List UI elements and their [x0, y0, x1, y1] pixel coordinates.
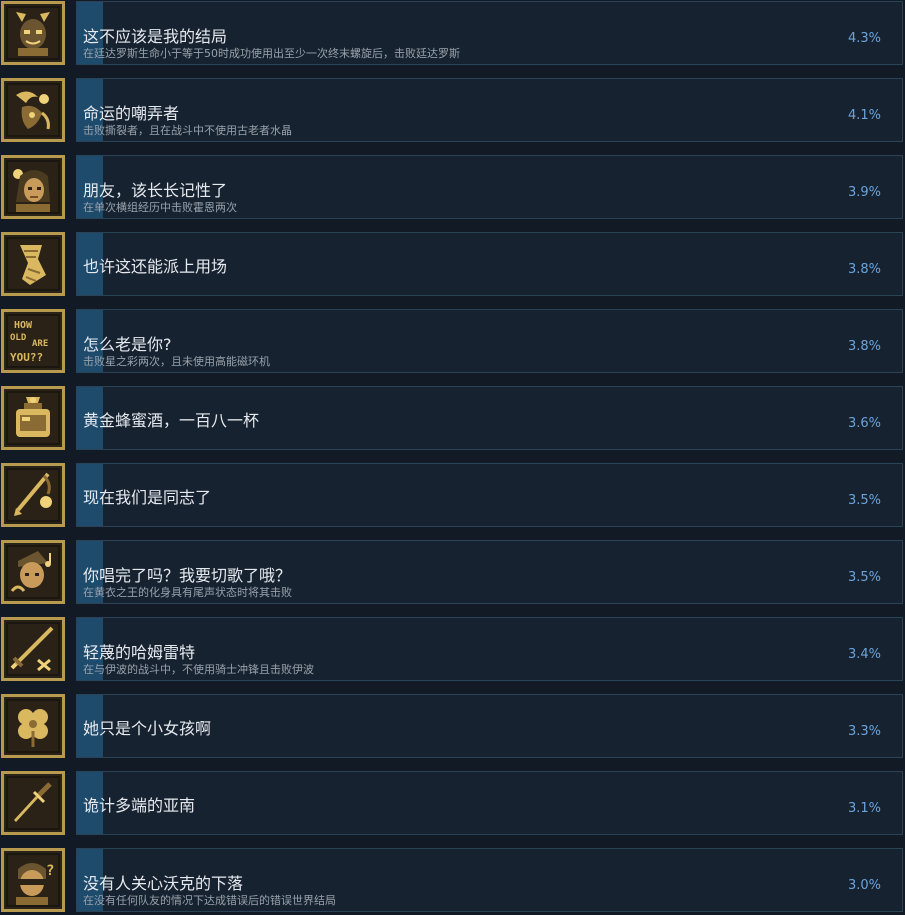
- portrait-horned-icon: [8, 8, 58, 58]
- icon-text: YOU??: [10, 351, 43, 364]
- unlock-percentage: 3.1%: [847, 801, 881, 816]
- achievement-description: 击败撕裂者，且在战斗中不使用古老者水晶: [83, 124, 292, 137]
- achievement-list: 这不应该是我的结局 在廷达罗斯生命小于等于50时成功使用出至少一次终末螺旋后，击…: [0, 0, 905, 913]
- blindfolded-question-icon: ?: [8, 855, 58, 905]
- bandage-icon: [8, 239, 58, 289]
- unlock-percentage: 3.3%: [847, 724, 881, 739]
- achievement-title: 诡计多端的亚南: [83, 796, 196, 815]
- unlock-percentage: 4.1%: [847, 108, 881, 123]
- achievement-panel: 现在我们是同志了 3.5%: [76, 463, 903, 527]
- achievement-icon-frame: [1, 617, 65, 681]
- unlock-percentage: 3.8%: [847, 262, 881, 277]
- achievement-panel: 朋友，该长长记性了 在单次横组经历中击败霍恩两次 3.9%: [76, 155, 903, 219]
- achievement-panel: 她只是个小女孩啊 3.3%: [76, 694, 903, 758]
- dagger-icon: [8, 778, 58, 828]
- achievement-row[interactable]: 也许这还能派上用场 3.8%: [0, 231, 905, 299]
- icon-text: ARE: [32, 339, 48, 349]
- portrait-woman-icon: [8, 162, 58, 212]
- achievement-icon-frame: [1, 78, 65, 142]
- achievement-panel: 轻蔑的哈姆雷特 在与伊波的战斗中，不使用骑士冲锋且击败伊波 3.4%: [76, 617, 903, 681]
- achievement-panel: 这不应该是我的结局 在廷达罗斯生命小于等于50时成功使用出至少一次终末螺旋后，击…: [76, 1, 903, 65]
- achievement-title: 也许这还能派上用场: [83, 257, 228, 276]
- unlock-percentage: 3.8%: [847, 339, 881, 354]
- achievement-icon-frame: [1, 1, 65, 65]
- achievement-row[interactable]: 轻蔑的哈姆雷特 在与伊波的战斗中，不使用骑士冲锋且击败伊波 3.4%: [0, 616, 905, 684]
- achievement-title: 现在我们是同志了: [83, 488, 212, 507]
- achievement-panel: 诡计多端的亚南 3.1%: [76, 771, 903, 835]
- svg-text:?: ?: [46, 863, 54, 879]
- achievement-title: 她只是个小女孩啊: [83, 719, 212, 738]
- achievement-row[interactable]: 黄金蜂蜜酒，一百八一杯 3.6%: [0, 385, 905, 453]
- tentacle-creature-icon: [8, 85, 58, 135]
- achievement-description: 击败星之彩两次，且未使用高能磁环机: [83, 355, 270, 368]
- achievement-icon-frame: HOW OLD ARE YOU??: [1, 309, 65, 373]
- achievement-title: 没有人关心沃克的下落: [83, 874, 244, 893]
- lute-icon: [8, 470, 58, 520]
- achievement-title: 怎么老是你?: [83, 335, 172, 354]
- achievement-icon-frame: [1, 232, 65, 296]
- achievement-panel: 没有人关心沃克的下落 在没有任何队友的情况下达成错误后的错误世界结局 3.0%: [76, 848, 903, 912]
- achievement-panel: 黄金蜂蜜酒，一百八一杯 3.6%: [76, 386, 903, 450]
- achievement-row[interactable]: 这不应该是我的结局 在廷达罗斯生命小于等于50时成功使用出至少一次终末螺旋后，击…: [0, 0, 905, 68]
- achievement-row[interactable]: HOW OLD ARE YOU?? 怎么老是你? 击败星之彩两次，且未使用高能磁…: [0, 308, 905, 376]
- achievement-row[interactable]: 她只是个小女孩啊 3.3%: [0, 693, 905, 761]
- achievement-title: 朋友，该长长记性了: [83, 181, 228, 200]
- achievement-title: 轻蔑的哈姆雷特: [83, 643, 196, 662]
- unlock-percentage: 3.6%: [847, 416, 881, 431]
- achievement-icon-frame: [1, 694, 65, 758]
- achievement-description: 在廷达罗斯生命小于等于50时成功使用出至少一次终末螺旋后，击败廷达罗斯: [83, 47, 460, 60]
- achievement-icon-frame: ?: [1, 848, 65, 912]
- achievement-icon-frame: [1, 463, 65, 527]
- achievement-description: 在没有任何队友的情况下达成错误后的错误世界结局: [83, 894, 336, 907]
- achievement-panel: 也许这还能派上用场 3.8%: [76, 232, 903, 296]
- icon-text: HOW: [14, 320, 33, 331]
- achievement-panel: 你唱完了吗？我要切歌了哦？ 在黄衣之王的化身具有尾声状态时将其击败 3.5%: [76, 540, 903, 604]
- clover-icon: [8, 701, 58, 751]
- sword-cross-icon: [8, 624, 58, 674]
- mead-jar-icon: [8, 393, 58, 443]
- achievement-description: 在单次横组经历中击败霍恩两次: [83, 201, 237, 214]
- unlock-percentage: 3.9%: [847, 185, 881, 200]
- achievement-title: 你唱完了吗？我要切歌了哦？: [83, 566, 292, 585]
- achievement-title: 黄金蜂蜜酒，一百八一杯: [83, 411, 260, 430]
- unlock-percentage: 3.5%: [847, 570, 881, 585]
- achievement-row[interactable]: ? 没有人关心沃克的下落 在没有任何队友的情况下达成错误后的错误世界结局 3.0…: [0, 847, 905, 915]
- how-old-are-you-icon: HOW OLD ARE YOU??: [8, 316, 58, 366]
- achievement-icon-frame: [1, 540, 65, 604]
- achievement-title: 这不应该是我的结局: [83, 27, 228, 46]
- achievement-icon-frame: [1, 771, 65, 835]
- achievement-icon-frame: [1, 155, 65, 219]
- achievement-row[interactable]: 你唱完了吗？我要切歌了哦？ 在黄衣之王的化身具有尾声状态时将其击败 3.5%: [0, 539, 905, 607]
- achievement-panel: 怎么老是你? 击败星之彩两次，且未使用高能磁环机 3.8%: [76, 309, 903, 373]
- singer-music-note-icon: [8, 547, 58, 597]
- achievement-description: 在黄衣之王的化身具有尾声状态时将其击败: [83, 586, 292, 599]
- icon-text: OLD: [10, 333, 27, 343]
- unlock-percentage: 3.0%: [847, 878, 881, 893]
- achievement-description: 在与伊波的战斗中，不使用骑士冲锋且击败伊波: [83, 663, 314, 676]
- achievement-row[interactable]: 朋友，该长长记性了 在单次横组经历中击败霍恩两次 3.9%: [0, 154, 905, 222]
- unlock-percentage: 4.3%: [847, 31, 881, 46]
- unlock-percentage: 3.4%: [847, 647, 881, 662]
- achievement-icon-frame: [1, 386, 65, 450]
- achievement-row[interactable]: 诡计多端的亚南 3.1%: [0, 770, 905, 838]
- achievement-panel: 命运的嘲弄者 击败撕裂者，且在战斗中不使用古老者水晶 4.1%: [76, 78, 903, 142]
- unlock-percentage: 3.5%: [847, 493, 881, 508]
- achievement-row[interactable]: 命运的嘲弄者 击败撕裂者，且在战斗中不使用古老者水晶 4.1%: [0, 77, 905, 145]
- achievement-row[interactable]: 现在我们是同志了 3.5%: [0, 462, 905, 530]
- achievement-title: 命运的嘲弄者: [83, 104, 180, 123]
